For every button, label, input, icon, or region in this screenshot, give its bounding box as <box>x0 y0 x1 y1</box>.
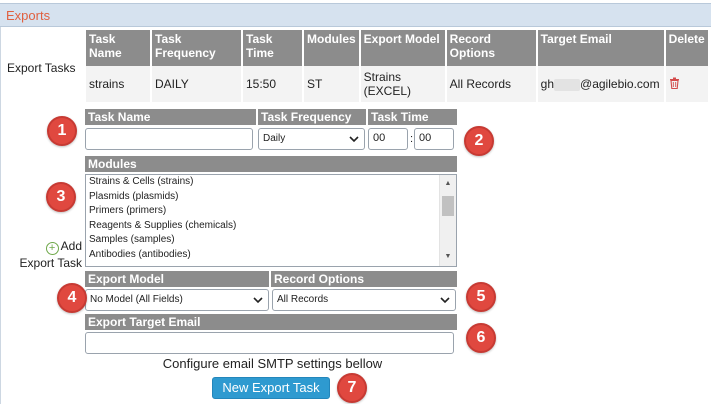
task-frequency-value: Daily <box>263 133 286 144</box>
cell-time: 15:50 <box>243 66 302 102</box>
col-task-frequency: Task Frequency <box>152 30 241 66</box>
module-option[interactable]: Antibodies (antibodies) <box>86 248 456 263</box>
col-export-model: Export Model <box>360 30 445 66</box>
target-email-header: Export Target Email <box>85 314 457 330</box>
task-name-input[interactable] <box>85 128 253 150</box>
trash-icon[interactable] <box>669 77 680 92</box>
col-target-email: Target Email <box>537 30 664 66</box>
modules-listbox[interactable]: Strains & Cells (strains) Plasmids (plas… <box>85 174 457 267</box>
scroll-thumb[interactable] <box>442 196 454 216</box>
col-delete: Delete <box>665 30 708 66</box>
chevron-down-icon <box>440 297 450 304</box>
col-modules: Modules <box>304 30 359 66</box>
module-option[interactable]: Reagents & Supplies (chemicals) <box>86 219 456 234</box>
chevron-down-icon <box>349 136 359 143</box>
step-badge: 5 <box>466 282 496 312</box>
cell-frequency: DAILY <box>152 66 241 102</box>
step-badge: 2 <box>464 126 494 156</box>
new-export-task-button[interactable]: New Export Task <box>212 377 330 399</box>
modules-scrollbar[interactable]: ▲ ▼ <box>439 175 456 266</box>
export-tasks-label: Export Tasks <box>7 61 76 75</box>
step-badge: 3 <box>46 182 76 212</box>
target-email-input[interactable] <box>85 332 454 354</box>
email-redaction <box>554 78 581 91</box>
time-separator: : <box>410 133 414 145</box>
step-badge: 6 <box>466 323 496 353</box>
email-suffix: @agilebio.com <box>580 77 660 91</box>
export-model-header: Export Model <box>85 271 269 287</box>
task-frequency-select[interactable]: Daily <box>258 128 365 150</box>
export-task-label: Export Task <box>19 256 82 270</box>
task-name-header: Task Name <box>85 109 256 125</box>
col-task-time: Task Time <box>243 30 302 66</box>
cell-delete <box>665 66 708 102</box>
module-option[interactable]: Samples (samples) <box>86 233 456 248</box>
task-hour-input[interactable]: 00 <box>368 128 408 150</box>
plus-circle-icon: + <box>45 242 59 255</box>
panel-border <box>0 27 1 404</box>
cell-export-model: Strains (EXCEL) <box>360 66 445 102</box>
record-options-value: All Records <box>277 294 329 305</box>
scroll-up-icon[interactable]: ▲ <box>440 177 456 191</box>
module-option[interactable]: Primers (primers) <box>86 204 456 219</box>
scroll-down-icon[interactable]: ▼ <box>440 250 456 264</box>
chevron-down-icon <box>253 297 263 304</box>
cell-record-options: All Records <box>446 66 536 102</box>
export-model-value: No Model (All Fields) <box>90 294 183 305</box>
panel-title: Exports <box>0 3 711 27</box>
col-record-options: Record Options <box>446 30 536 66</box>
record-options-select[interactable]: All Records <box>272 289 456 311</box>
add-export-task-link[interactable]: + Add Export Task <box>12 238 82 272</box>
add-label: Add <box>60 239 82 253</box>
export-model-select[interactable]: No Model (All Fields) <box>85 289 269 311</box>
module-option[interactable]: Strains & Cells (strains) <box>86 175 456 190</box>
modules-header: Modules <box>85 156 457 172</box>
smtp-settings-note: Configure email SMTP settings bellow <box>162 356 383 371</box>
table-row: strains DAILY 15:50 ST Strains (EXCEL) A… <box>86 66 708 102</box>
cell-task-name: strains <box>86 66 150 102</box>
col-task-name: Task Name <box>86 30 150 66</box>
module-option[interactable]: Plasmids (plasmids) <box>86 190 456 205</box>
step-badge: 7 <box>337 373 367 403</box>
task-frequency-header: Task Frequency <box>258 109 366 125</box>
record-options-header: Record Options <box>271 271 457 287</box>
email-prefix: gh <box>540 77 555 91</box>
cell-target-email: gh @agilebio.com <box>537 66 664 102</box>
export-tasks-table: Task Name Task Frequency Task Time Modul… <box>84 30 710 102</box>
step-badge: 4 <box>57 283 87 313</box>
cell-modules: ST <box>304 66 359 102</box>
table-header-row: Task Name Task Frequency Task Time Modul… <box>86 30 708 66</box>
task-time-header: Task Time <box>368 109 457 125</box>
task-minute-input[interactable]: 00 <box>414 128 454 150</box>
step-badge: 1 <box>47 116 77 146</box>
